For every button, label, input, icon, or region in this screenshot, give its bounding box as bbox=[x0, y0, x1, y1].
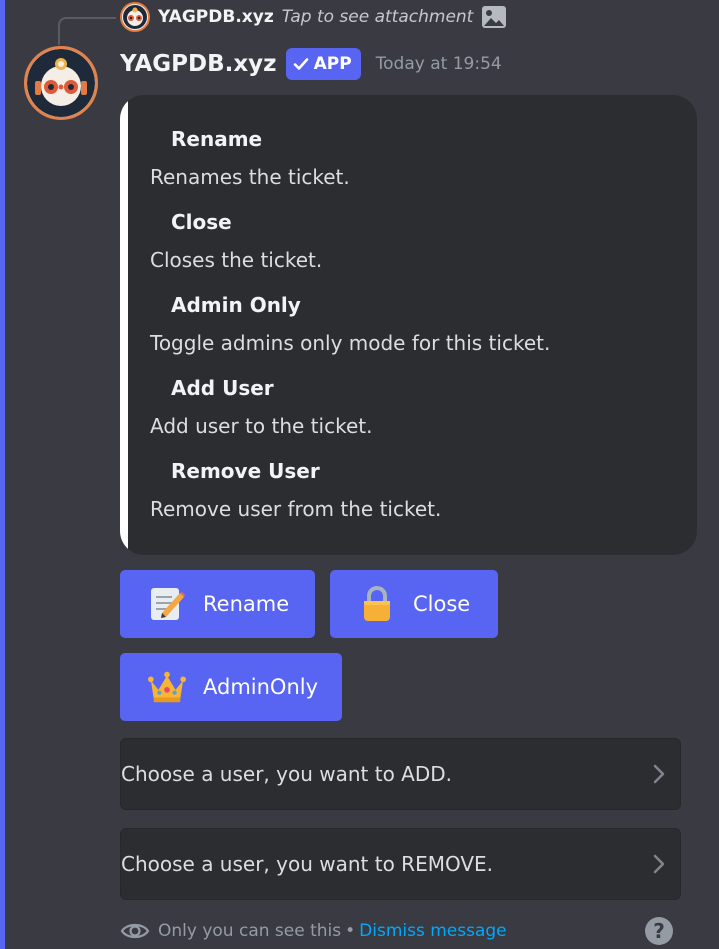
embed-field-value: Renames the ticket. bbox=[150, 165, 350, 189]
chevron-right-icon bbox=[653, 854, 665, 874]
embed-field-value: Closes the ticket. bbox=[150, 248, 323, 272]
crown-icon bbox=[148, 668, 186, 706]
help-icon[interactable]: ? bbox=[645, 917, 673, 945]
timestamp: Today at 19:54 bbox=[375, 54, 502, 74]
ephemeral-notice: Only you can see this bbox=[158, 921, 342, 941]
reply-author[interactable]: YAGPDB.xyz bbox=[158, 7, 274, 27]
reply-avatar[interactable] bbox=[120, 2, 150, 32]
app-badge-label: APP bbox=[313, 54, 352, 74]
eye-icon bbox=[120, 916, 150, 946]
reply-connector bbox=[58, 17, 116, 45]
reply-text[interactable]: Tap to see attachment bbox=[282, 7, 474, 27]
memo-icon bbox=[148, 585, 186, 623]
embed-accent-border bbox=[120, 95, 128, 555]
add-user-select-placeholder: Choose a user, you want to ADD. bbox=[121, 762, 453, 786]
embed-field-name: Add User bbox=[171, 376, 274, 400]
embed-field-name: Close bbox=[171, 210, 232, 234]
close-button[interactable]: Close bbox=[330, 570, 498, 638]
admin-only-button[interactable]: AdminOnly bbox=[120, 653, 342, 721]
message-header: YAGPDB.xyz APP Today at 19:54 bbox=[120, 44, 502, 84]
author-avatar[interactable] bbox=[24, 46, 98, 120]
ephemeral-footer: Only you can see this • Dismiss message bbox=[120, 914, 507, 948]
dismiss-message-link[interactable]: Dismiss message bbox=[359, 921, 506, 941]
rename-button-label: Rename bbox=[203, 592, 290, 616]
remove-user-select-placeholder: Choose a user, you want to REMOVE. bbox=[121, 852, 494, 876]
highlight-bar bbox=[0, 0, 5, 949]
embed-field-name: Admin Only bbox=[171, 293, 301, 317]
footer-separator: • bbox=[345, 921, 356, 941]
reply-preview[interactable]: YAGPDB.xyz Tap to see attachment bbox=[120, 2, 507, 32]
chevron-right-icon bbox=[653, 764, 665, 784]
admin-only-button-label: AdminOnly bbox=[203, 675, 319, 699]
message-view: YAGPDB.xyz Tap to see attachment YAGPDB. bbox=[0, 0, 719, 949]
embed-field-value: Toggle admins only mode for this ticket. bbox=[150, 331, 551, 355]
lock-icon bbox=[358, 585, 396, 623]
embed: Rename Renames the ticket. Close Closes … bbox=[120, 95, 697, 555]
app-badge: APP bbox=[285, 48, 361, 80]
embed-field-value: Add user to the ticket. bbox=[150, 414, 373, 438]
embed-field-name: Remove User bbox=[171, 459, 320, 483]
add-user-select[interactable]: Choose a user, you want to ADD. bbox=[120, 738, 681, 810]
embed-field-name: Rename bbox=[171, 127, 263, 151]
author-name[interactable]: YAGPDB.xyz bbox=[120, 51, 277, 77]
remove-user-select[interactable]: Choose a user, you want to REMOVE. bbox=[120, 828, 681, 900]
image-icon bbox=[481, 4, 507, 30]
close-button-label: Close bbox=[413, 592, 471, 616]
rename-button[interactable]: Rename bbox=[120, 570, 315, 638]
check-icon bbox=[293, 58, 308, 70]
embed-field-value: Remove user from the ticket. bbox=[150, 497, 442, 521]
